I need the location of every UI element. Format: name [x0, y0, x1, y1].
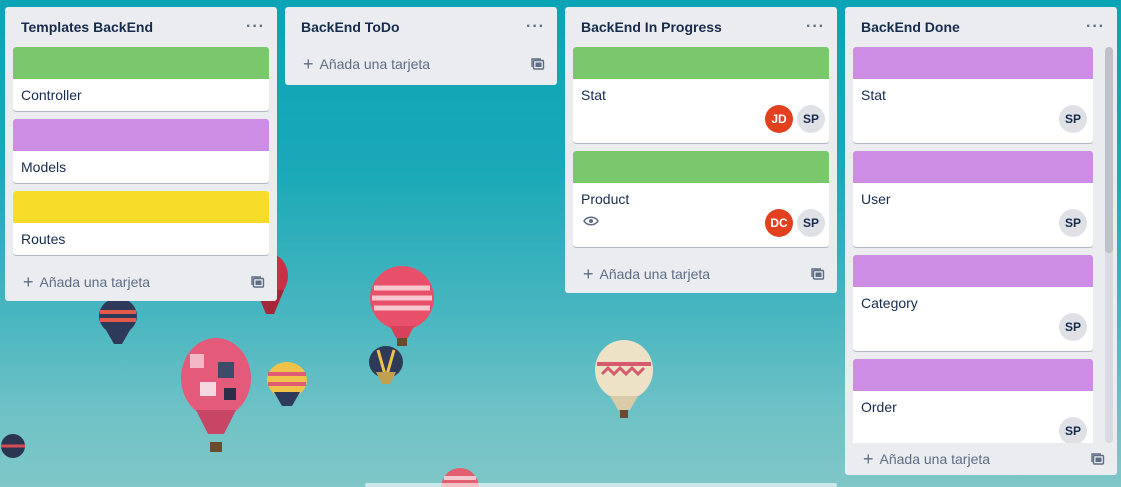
card-title: Controller	[21, 87, 82, 103]
add-card-button[interactable]: + Añada una tarjeta	[583, 265, 710, 283]
plus-icon: +	[23, 272, 34, 292]
add-card-row: + Añada una tarjeta	[5, 263, 277, 301]
card[interactable]: Routes	[13, 191, 269, 255]
list-header: Templates BackEnd ···	[5, 7, 277, 47]
member-avatar[interactable]: SP	[1059, 105, 1087, 133]
card-cover	[573, 47, 829, 79]
card-title: Stat	[581, 87, 606, 103]
list-scrollbar[interactable]	[1105, 47, 1113, 443]
plus-icon: +	[583, 264, 594, 284]
create-from-template-icon[interactable]	[251, 276, 265, 288]
card-cover	[13, 191, 269, 223]
card-title: Product	[581, 191, 630, 207]
list-menu-button[interactable]: ···	[1082, 18, 1109, 36]
card-scroll-area[interactable]: Stat SP User SP Category SP Order SP	[845, 47, 1101, 443]
add-card-label: Añada una tarjeta	[39, 274, 151, 290]
balloon-image	[595, 340, 653, 418]
card-cover	[853, 359, 1093, 391]
add-card-row: + Añada una tarjeta	[285, 47, 557, 81]
card-title: Category	[861, 295, 918, 311]
list-menu-button[interactable]: ···	[522, 18, 549, 36]
add-card-label: Añada una tarjeta	[879, 451, 991, 467]
card-cover	[853, 47, 1093, 79]
card[interactable]: Product DC SP	[573, 151, 829, 247]
card-title: Routes	[21, 231, 66, 247]
list-header: BackEnd ToDo ···	[285, 7, 557, 47]
create-from-template-icon[interactable]	[1091, 453, 1105, 465]
add-card-row: + Añada una tarjeta	[845, 443, 1117, 475]
list-scrollbar-thumb[interactable]	[1105, 47, 1113, 253]
plus-icon: +	[303, 54, 314, 74]
card[interactable]: Order SP	[853, 359, 1093, 443]
list-menu-button[interactable]: ···	[802, 18, 829, 36]
member-avatar[interactable]: SP	[797, 209, 825, 237]
add-card-button[interactable]: + Añada una tarjeta	[863, 450, 990, 468]
list-header: BackEnd Done ···	[845, 7, 1117, 47]
watching-eye-icon	[583, 216, 599, 226]
card-cover	[13, 47, 269, 79]
card[interactable]: User SP	[853, 151, 1093, 247]
add-card-button[interactable]: + Añada una tarjeta	[303, 55, 430, 73]
member-avatar[interactable]: SP	[1059, 417, 1087, 443]
balloon-image	[267, 362, 307, 406]
create-from-template-icon[interactable]	[531, 58, 545, 70]
list-backend-todo: BackEnd ToDo ··· + Añada una tarjeta	[285, 7, 557, 85]
card[interactable]: Stat JD SP	[573, 47, 829, 143]
list-header: BackEnd In Progress ···	[565, 7, 837, 47]
add-card-label: Añada una tarjeta	[599, 266, 711, 282]
balloon-image	[181, 338, 251, 452]
card-cover	[853, 255, 1093, 287]
card-cover	[853, 151, 1093, 183]
list-backend-done: BackEnd Done ··· Stat SP User SP Categor…	[845, 7, 1117, 475]
card[interactable]: Controller	[13, 47, 269, 111]
list-title[interactable]: BackEnd ToDo	[301, 19, 400, 35]
member-avatar[interactable]: SP	[1059, 313, 1087, 341]
list-templates-backend: Templates BackEnd ··· Controller Models …	[5, 7, 277, 301]
balloon-image	[369, 346, 403, 384]
card[interactable]: Stat SP	[853, 47, 1093, 143]
add-card-button[interactable]: + Añada una tarjeta	[23, 273, 150, 291]
card-title: Models	[21, 159, 67, 175]
list-title[interactable]: BackEnd Done	[861, 19, 960, 35]
member-avatar[interactable]: JD	[765, 105, 793, 133]
member-avatar[interactable]: DC	[765, 209, 793, 237]
card-title: User	[861, 191, 891, 207]
card-cover	[13, 119, 269, 151]
card[interactable]: Models	[13, 119, 269, 183]
card-title: Order	[861, 399, 897, 415]
balloon-image	[370, 266, 434, 346]
member-avatar[interactable]: SP	[1059, 209, 1087, 237]
list-title[interactable]: BackEnd In Progress	[581, 19, 722, 35]
add-card-row: + Añada una tarjeta	[565, 255, 837, 293]
create-from-template-icon[interactable]	[811, 268, 825, 280]
list-menu-button[interactable]: ···	[242, 18, 269, 36]
card[interactable]: Category SP	[853, 255, 1093, 351]
card-cover	[573, 151, 829, 183]
list-title[interactable]: Templates BackEnd	[21, 19, 153, 35]
card-title: Stat	[861, 87, 886, 103]
plus-icon: +	[863, 449, 874, 469]
board-horizontal-scrollbar[interactable]	[365, 483, 837, 487]
member-avatar[interactable]: SP	[797, 105, 825, 133]
balloon-image	[99, 298, 137, 344]
add-card-label: Añada una tarjeta	[319, 56, 431, 72]
balloon-image	[1, 434, 25, 458]
list-backend-in-progress: BackEnd In Progress ··· Stat JD SP Produ…	[565, 7, 837, 293]
